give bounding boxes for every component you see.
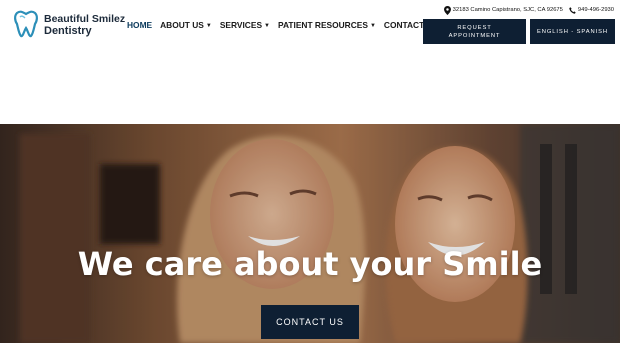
- language-toggle-button[interactable]: ENGLISH - SPANISH: [530, 19, 615, 44]
- chevron-down-icon: ▼: [205, 23, 212, 29]
- nav-patient-resources[interactable]: PATIENT RESOURCES ▼: [278, 19, 376, 31]
- nav-services[interactable]: SERVICES ▼: [220, 19, 270, 31]
- request-appointment-button[interactable]: REQUEST APPOINTMENT: [423, 19, 526, 44]
- request-appointment-line1: REQUEST: [457, 24, 492, 31]
- chevron-down-icon: ▼: [264, 23, 270, 29]
- nav-about-us[interactable]: ABOUT US ▼: [160, 19, 212, 31]
- site-header: Beautiful Smilez Dentistry HOME ABOUT US…: [0, 0, 620, 50]
- request-appointment-line2: APPOINTMENT: [448, 32, 501, 39]
- contact-info: 32183 Camino Capistrano, SJC, CA 92675 9…: [443, 5, 614, 15]
- nav-about-label: ABOUT US: [160, 20, 204, 30]
- contact-us-button[interactable]: CONTACT US: [261, 305, 359, 339]
- nav-home-label: HOME: [127, 20, 153, 30]
- logo-text-line1: Beautiful Smilez: [44, 13, 126, 25]
- chevron-down-icon: ▼: [369, 23, 376, 29]
- contact-us-label: CONTACT US: [276, 317, 344, 327]
- language-toggle-label: ENGLISH - SPANISH: [537, 28, 608, 35]
- address-text[interactable]: 32183 Camino Capistrano, SJC, CA 92675: [453, 5, 563, 15]
- main-nav: HOME ABOUT US ▼ SERVICES ▼ PATIENT RESOURC…: [127, 19, 446, 31]
- hero-banner: We care about your Smile CONTACT US: [0, 124, 620, 343]
- logo-text-line2: Dentistry: [44, 25, 92, 37]
- phone-text[interactable]: 949-496-2930: [578, 5, 614, 15]
- nav-patient-resources-label: PATIENT RESOURCES: [277, 20, 368, 30]
- site-logo[interactable]: Beautiful Smilez Dentistry: [11, 9, 125, 41]
- nav-services-label: SERVICES: [219, 20, 263, 30]
- tooth-logo-icon: [14, 10, 38, 38]
- nav-home[interactable]: HOME: [127, 19, 152, 31]
- map-pin-icon: [443, 5, 451, 15]
- phone-icon: [569, 6, 576, 14]
- header-spacer: [0, 50, 620, 124]
- hero-title: We care about your Smile: [77, 245, 543, 283]
